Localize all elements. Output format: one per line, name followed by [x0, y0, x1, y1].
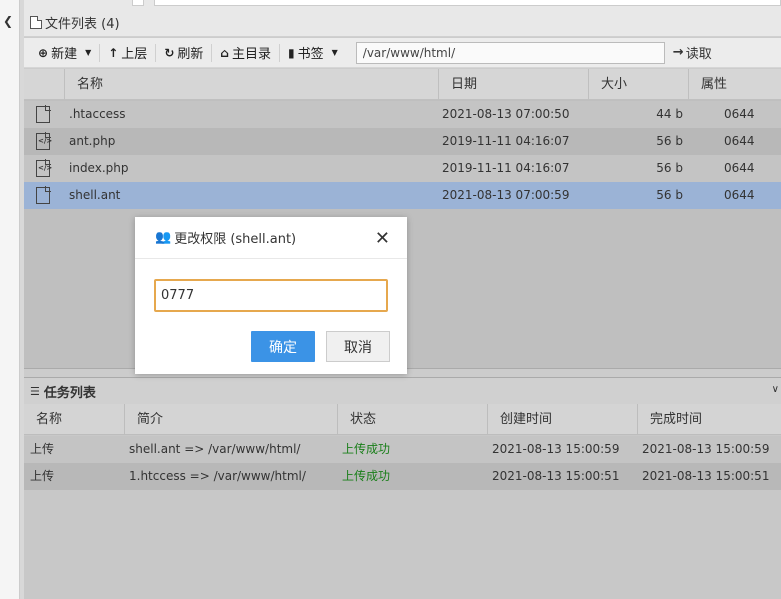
file-grid-header: 名称 日期 大小 属性 — [24, 69, 781, 100]
list-icon: ☰ — [30, 384, 40, 398]
task-created: 2021-08-13 15:00:59 — [492, 442, 620, 456]
arrow-up-icon: ↑ — [108, 45, 119, 60]
task-status: 上传成功 — [342, 442, 391, 456]
new-label: 新建 — [51, 47, 78, 62]
path-input[interactable] — [355, 41, 665, 64]
task-grid: 名称 简介 状态 创建时间 完成时间 上传 shell.ant => /var/… — [24, 404, 781, 599]
task-name: 上传 — [30, 469, 55, 483]
caret-down-icon: ▼ — [85, 48, 92, 57]
column-header-perm[interactable]: 属性 — [688, 69, 781, 100]
file-toolbar: ⊕ 新建 ▼ ↑ 上层 ↻ 刷新 ⌂ 主目录 ▮ 书签 ▼ → 读取 — [24, 38, 781, 68]
bookmark-label: 书签 — [297, 47, 324, 62]
code-file-icon: </> — [36, 132, 52, 150]
left-strip: ❮ — [0, 0, 24, 599]
file-row[interactable]: </> ant.php 2019-11-11 04:16:07 56 b 064… — [24, 128, 781, 155]
top-strip — [24, 0, 781, 9]
file-perm: 0644 — [724, 161, 755, 175]
read-button[interactable]: → 读取 — [673, 43, 712, 62]
task-status: 上传成功 — [342, 469, 391, 483]
chevron-left-icon[interactable]: ❮ — [3, 14, 13, 28]
file-icon — [36, 186, 51, 204]
column-header-date[interactable]: 日期 — [438, 69, 588, 100]
column-header-size[interactable]: 大小 — [588, 69, 688, 100]
column-header-name[interactable]: 名称 — [64, 69, 438, 100]
up-label: 上层 — [121, 47, 148, 62]
users-icon: 👥 — [155, 230, 172, 245]
home-label: 主目录 — [231, 47, 271, 62]
task-created: 2021-08-13 15:00:51 — [492, 469, 620, 483]
file-panel-title: 文件列表 (4) — [45, 17, 120, 32]
up-button[interactable]: ↑ 上层 — [100, 39, 155, 67]
dialog-title: 更改权限 (shell.ant) — [174, 232, 297, 247]
file-date: 2021-08-13 07:00:50 — [442, 107, 570, 121]
column-header-desc[interactable]: 简介 — [124, 404, 337, 435]
file-size: 56 b — [656, 134, 683, 148]
task-desc: shell.ant => /var/www/html/ — [129, 442, 301, 456]
change-permission-dialog: 👥 更改权限 (shell.ant) ✕ 确定 取消 — [135, 217, 407, 374]
file-name: index.php — [69, 161, 129, 175]
file-size: 56 b — [656, 161, 683, 175]
file-date: 2019-11-11 04:16:07 — [442, 161, 570, 175]
file-perm: 0644 — [724, 107, 755, 121]
task-panel-title: 任务列表 — [43, 385, 96, 401]
task-name: 上传 — [30, 442, 55, 456]
file-row-selected[interactable]: shell.ant 2021-08-13 07:00:59 56 b 0644 — [24, 182, 781, 209]
file-perm: 0644 — [724, 134, 755, 148]
file-panel-header: 文件列表 (4) — [24, 9, 781, 37]
file-name: .htaccess — [69, 107, 126, 121]
file-name: ant.php — [69, 134, 116, 148]
new-button[interactable]: ⊕ 新建 ▼ — [30, 39, 99, 67]
permission-input[interactable] — [154, 279, 388, 312]
folder-list-icon — [30, 16, 42, 29]
home-button[interactable]: ⌂ 主目录 — [212, 39, 279, 67]
task-row[interactable]: 上传 1.htccess => /var/www/html/ 上传成功 2021… — [24, 463, 781, 490]
dialog-header: 👥 更改权限 (shell.ant) — [135, 217, 407, 259]
close-icon[interactable]: ✕ — [375, 228, 390, 249]
task-desc: 1.htccess => /var/www/html/ — [129, 469, 306, 483]
file-row[interactable]: .htaccess 2021-08-13 07:00:50 44 b 0644 — [24, 101, 781, 128]
plus-circle-icon: ⊕ — [38, 45, 49, 60]
column-header-status[interactable]: 状态 — [337, 404, 487, 435]
task-panel-header[interactable]: ☰ 任务列表 ∨ — [24, 377, 781, 404]
confirm-button[interactable]: 确定 — [251, 331, 315, 362]
file-date: 2019-11-11 04:16:07 — [442, 134, 570, 148]
file-date: 2021-08-13 07:00:59 — [442, 188, 570, 202]
file-size: 56 b — [656, 188, 683, 202]
column-header-created[interactable]: 创建时间 — [487, 404, 637, 435]
file-icon — [36, 105, 51, 123]
file-name: shell.ant — [69, 188, 121, 202]
caret-down-icon: ▼ — [331, 48, 338, 57]
refresh-label: 刷新 — [177, 47, 204, 62]
file-size: 44 b — [656, 107, 683, 121]
read-label: 读取 — [685, 47, 712, 62]
task-finished: 2021-08-13 15:00:51 — [642, 469, 770, 483]
home-icon: ⌂ — [220, 45, 229, 60]
file-row[interactable]: </> index.php 2019-11-11 04:16:07 56 b 0… — [24, 155, 781, 182]
top-tab-stub — [154, 0, 781, 6]
chevron-down-icon[interactable]: ∨ — [772, 384, 779, 395]
arrow-right-icon: → — [672, 45, 684, 60]
column-header-task-name[interactable]: 名称 — [24, 404, 124, 435]
task-finished: 2021-08-13 15:00:59 — [642, 442, 770, 456]
refresh-button[interactable]: ↻ 刷新 — [156, 39, 211, 67]
refresh-icon: ↻ — [164, 45, 175, 60]
code-file-icon: </> — [36, 159, 52, 177]
task-row[interactable]: 上传 shell.ant => /var/www/html/ 上传成功 2021… — [24, 436, 781, 463]
cancel-button[interactable]: 取消 — [326, 331, 390, 362]
column-header-finished[interactable]: 完成时间 — [637, 404, 781, 435]
bookmark-icon: ▮ — [288, 45, 295, 60]
task-grid-header: 名称 简介 状态 创建时间 完成时间 — [24, 404, 781, 435]
top-tab-stub — [132, 0, 144, 6]
file-perm: 0644 — [724, 188, 755, 202]
bookmark-button[interactable]: ▮ 书签 ▼ — [280, 39, 346, 67]
